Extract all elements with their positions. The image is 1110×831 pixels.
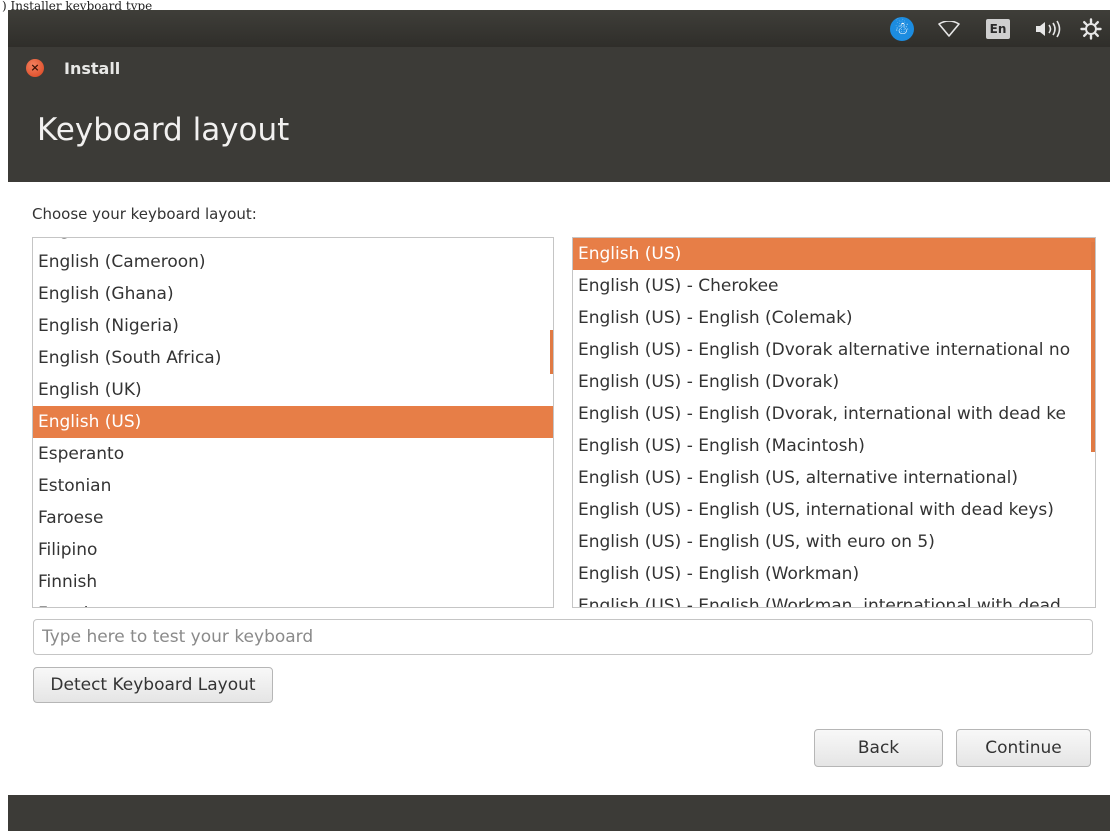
window-footer: [8, 795, 1110, 831]
list-item[interactable]: English (US) - English (US, internationa…: [573, 494, 1095, 526]
accessibility-indicator[interactable]: ☃: [888, 16, 916, 42]
gear-icon: [1080, 18, 1102, 40]
list-item[interactable]: English (US) - English (Dvorak alternati…: [573, 334, 1095, 366]
language-label: En: [985, 19, 1011, 39]
list-item[interactable]: English (US) - English (US, with euro on…: [573, 526, 1095, 558]
list-item[interactable]: English (Nigeria): [33, 310, 553, 342]
scrollbar-thumb[interactable]: [550, 330, 553, 374]
list-item-partial[interactable]: French: [33, 598, 553, 607]
page-title: Keyboard layout: [37, 112, 290, 148]
window-title: Install: [64, 59, 121, 78]
window-titlebar: × Install: [8, 47, 1110, 92]
list-item[interactable]: Filipino: [33, 534, 553, 566]
list-item[interactable]: Faroese: [33, 502, 553, 534]
screen: ) Installer keyboard type ☃ En × Install…: [0, 0, 1110, 831]
back-button[interactable]: Back: [814, 729, 943, 767]
list-item[interactable]: English (US) - English (Workman, interna…: [573, 590, 1095, 607]
list-item[interactable]: English (Cameroon): [33, 246, 553, 278]
list-item[interactable]: Estonian: [33, 470, 553, 502]
wifi-icon: [938, 21, 960, 37]
continue-button[interactable]: Continue: [956, 729, 1091, 767]
sound-indicator[interactable]: [1031, 16, 1065, 42]
detect-keyboard-layout-button[interactable]: Detect Keyboard Layout: [33, 667, 273, 703]
list-item[interactable]: English (Ghana): [33, 278, 553, 310]
language-list[interactable]: English English (Cameroon)English (Ghana…: [32, 237, 554, 608]
list-item[interactable]: English (US) - English (Macintosh): [573, 430, 1095, 462]
list-item[interactable]: English (US): [33, 406, 553, 438]
variant-list[interactable]: English (US) English (US) - Cherokee Engli…: [572, 237, 1096, 608]
list-item[interactable]: English (US) - English (US, alternative …: [573, 462, 1095, 494]
network-indicator[interactable]: [934, 16, 964, 42]
system-top-panel: ☃ En: [8, 10, 1110, 47]
close-icon: ×: [30, 61, 40, 74]
session-indicator[interactable]: [1076, 16, 1106, 42]
list-item[interactable]: English (US) - English (Colemak): [573, 302, 1095, 334]
list-item[interactable]: Finnish: [33, 566, 553, 598]
installer-window: × Install Keyboard layout Choose your ke…: [8, 47, 1110, 831]
keyboard-test-input[interactable]: [33, 619, 1093, 655]
list-item[interactable]: English (US) - Cherokee: [573, 270, 1095, 302]
list-item[interactable]: English (US) - English (Dvorak, internat…: [573, 398, 1095, 430]
list-item[interactable]: English (US) - English (Dvorak): [573, 366, 1095, 398]
list-item-partial[interactable]: English: [33, 238, 553, 246]
list-item[interactable]: English (UK): [33, 374, 553, 406]
list-item[interactable]: English (US) - English (Workman): [573, 558, 1095, 590]
sound-icon: [1036, 20, 1061, 38]
list-item[interactable]: English (South Africa): [33, 342, 553, 374]
page-header: Keyboard layout: [8, 92, 1110, 182]
list-item[interactable]: Esperanto: [33, 438, 553, 470]
keyboard-language-indicator[interactable]: En: [983, 16, 1013, 42]
layout-label: Choose your keyboard layout:: [32, 205, 257, 223]
scrollbar-thumb[interactable]: [1091, 242, 1095, 452]
list-item[interactable]: English (US): [573, 238, 1095, 270]
close-button[interactable]: ×: [26, 59, 44, 77]
accessibility-icon: ☃: [890, 17, 914, 41]
